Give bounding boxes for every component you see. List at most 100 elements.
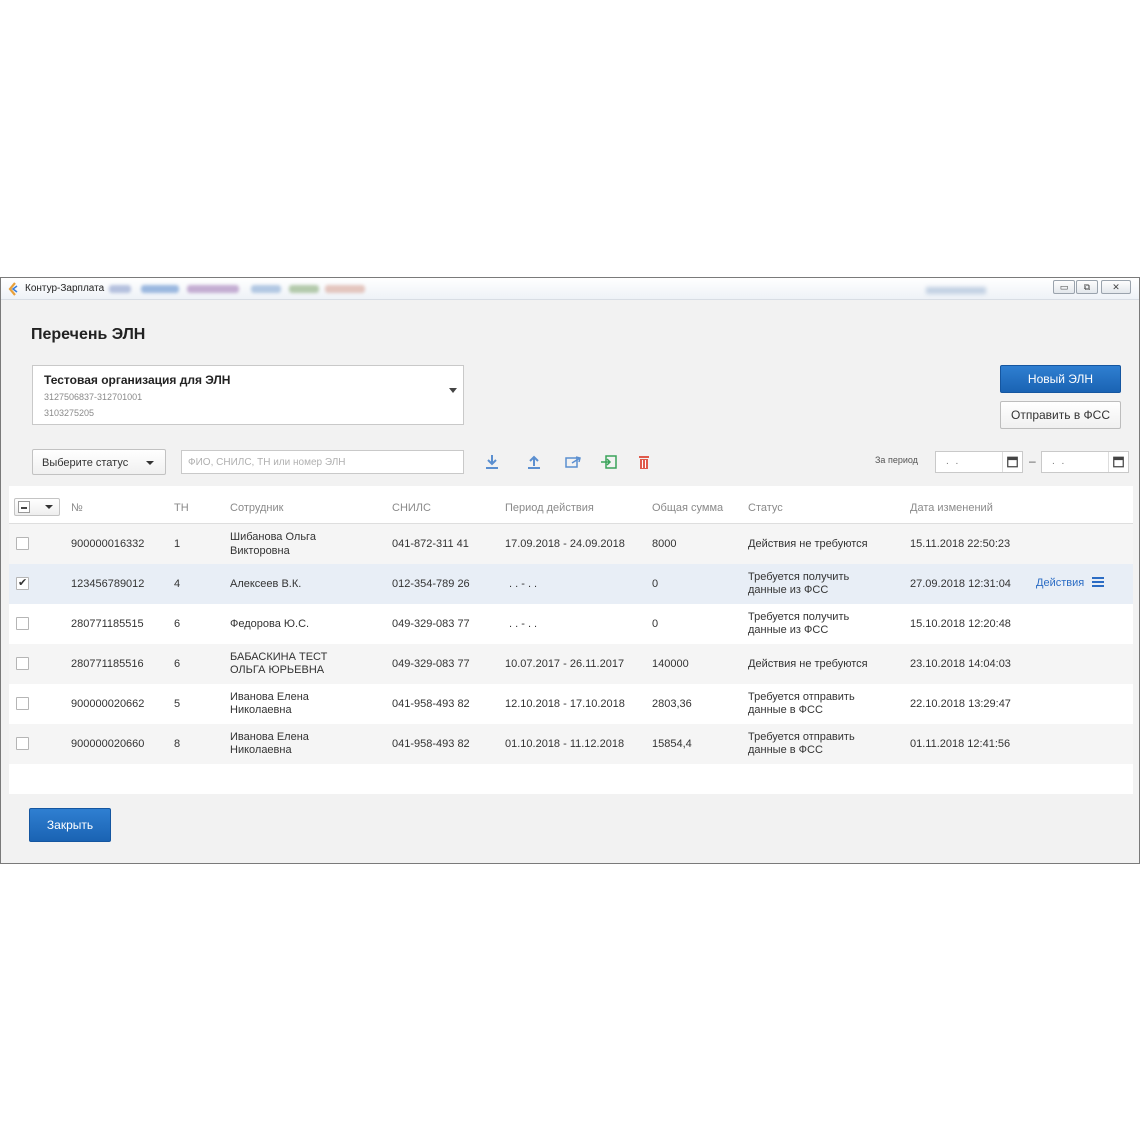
status-filter-label: Выберите статус [42, 457, 129, 469]
search-input[interactable] [181, 450, 464, 474]
cell-sum: 0 [652, 578, 659, 590]
chevron-down-icon [146, 461, 154, 465]
cell-number: 280771185516 [71, 658, 144, 670]
row-checkbox[interactable] [16, 697, 29, 710]
table-row[interactable]: 900000016332 1 Шибанова Ольга Викторовна… [9, 524, 1133, 564]
table-row[interactable]: 280771185516 6 БАБАСКИНА ТЕСТ ОЛЬГА ЮРЬЕ… [9, 644, 1133, 684]
export-icon[interactable] [564, 453, 582, 471]
cell-snils: 041-872-311 41 [392, 538, 469, 550]
download-icon[interactable] [483, 453, 501, 471]
restore-button[interactable]: ⧉ [1076, 280, 1098, 294]
upload-icon[interactable] [525, 453, 543, 471]
cell-sum: 15854,4 [652, 738, 692, 750]
cell-employee-line1: Федорова Ю.С. [230, 618, 310, 630]
cell-number: 900000020660 [71, 738, 145, 750]
cell-status-line2: данные из ФСС [748, 584, 829, 596]
cell-tn: 6 [174, 658, 181, 670]
date-from-field[interactable]: . . [935, 451, 1023, 473]
window-title: Контур-Зарплата [25, 283, 105, 294]
row-checkbox[interactable] [16, 737, 29, 750]
cell-snils: 049-329-083 77 [392, 618, 470, 630]
title-bar-extra [926, 287, 986, 294]
minimize-button[interactable]: ▭ [1053, 280, 1075, 294]
status-filter-select[interactable]: Выберите статус [32, 449, 166, 475]
cell-tn: 5 [174, 698, 181, 710]
column-header-sum[interactable]: Общая сумма [652, 502, 723, 514]
row-checkbox[interactable] [16, 657, 29, 670]
cell-period: . . - . . [509, 578, 538, 590]
cell-employee-line2: Николаевна [230, 704, 292, 716]
column-header-snils[interactable]: СНИЛС [392, 502, 431, 514]
cell-employee-line1: Иванова Елена [230, 691, 309, 703]
cell-changed: 01.11.2018 12:41:56 [910, 738, 1011, 750]
organization-name: Тестовая организация для ЭЛН [44, 373, 231, 387]
table-row[interactable]: 900000020662 5 Иванова Елена Николаевна … [9, 684, 1133, 724]
cell-snils: 041-958-493 82 [392, 698, 470, 710]
actions-link[interactable]: Действия [1036, 577, 1084, 589]
organization-inn-kpp: 3127506837-312701001 [44, 392, 143, 402]
cell-tn: 6 [174, 618, 181, 630]
cell-snils: 049-329-083 77 [392, 658, 470, 670]
cell-sum: 140000 [652, 658, 689, 670]
organization-reg-number: 3103275205 [44, 408, 95, 418]
app-logo-icon [8, 282, 18, 296]
cell-tn: 8 [174, 738, 181, 750]
row-checkbox[interactable] [16, 576, 29, 590]
cell-status-line1: Требуется получить [748, 571, 850, 583]
row-checkbox[interactable] [16, 537, 29, 550]
column-header-tn[interactable]: ТН [174, 502, 189, 514]
trash-icon[interactable] [635, 453, 653, 471]
cell-changed: 15.11.2018 22:50:23 [910, 538, 1011, 550]
column-header-number[interactable]: № [71, 502, 83, 514]
chevron-down-icon [449, 388, 457, 393]
column-header-status[interactable]: Статус [748, 502, 783, 514]
cell-status-line2: данные в ФСС [748, 704, 823, 716]
cell-number: 900000020662 [71, 698, 145, 710]
cell-period: 10.07.2017 - 26.11.2017 [505, 658, 625, 670]
date-to-field[interactable]: . . [1041, 451, 1129, 473]
cell-changed: 23.10.2018 14:04:03 [910, 658, 1011, 670]
cell-status-line1: Действия не требуются [748, 658, 868, 670]
calendar-icon[interactable] [1108, 452, 1128, 472]
cell-changed: 27.09.2018 12:31:04 [910, 578, 1011, 590]
cell-employee-line1: БАБАСКИНА ТЕСТ [230, 651, 328, 663]
cell-status-line1: Требуется отправить [748, 731, 855, 743]
row-checkbox[interactable] [16, 617, 29, 630]
column-header-employee[interactable]: Сотрудник [230, 502, 283, 514]
period-label: За период [875, 455, 918, 465]
page-title: Перечень ЭЛН [31, 326, 146, 343]
send-fss-button[interactable]: Отправить в ФСС [1000, 401, 1121, 429]
cell-sum: 8000 [652, 538, 677, 550]
cell-changed: 22.10.2018 13:29:47 [910, 698, 1011, 710]
cell-employee-line2: Николаевна [230, 744, 292, 756]
new-eln-button[interactable]: Новый ЭЛН [1000, 365, 1121, 393]
cell-period: 17.09.2018 - 24.09.2018 [505, 538, 625, 550]
cell-sum: 0 [652, 618, 659, 630]
cell-employee-line1: Иванова Елена [230, 731, 309, 743]
partial-check-icon [18, 501, 30, 513]
column-header-period[interactable]: Период действия [505, 502, 594, 514]
date-range-dash: – [1029, 454, 1036, 468]
cell-changed: 15.10.2018 12:20:48 [910, 618, 1011, 630]
close-window-button[interactable]: ✕ [1101, 280, 1131, 294]
cell-snils: 012-354-789 26 [392, 578, 470, 590]
eln-table: № ТН Сотрудник СНИЛС Период действия Общ… [9, 486, 1133, 794]
cell-number: 280771185515 [71, 618, 144, 630]
table-row[interactable]: 280771185515 6 Федорова Ю.С. 049-329-083… [9, 604, 1133, 644]
table-row[interactable]: 900000020660 8 Иванова Елена Николаевна … [9, 724, 1133, 764]
select-all-checkbox[interactable] [14, 498, 60, 516]
import-icon[interactable] [600, 453, 618, 471]
cell-status-line2: данные в ФСС [748, 744, 823, 756]
cell-status-line1: Действия не требуются [748, 538, 868, 550]
cell-tn: 1 [174, 538, 181, 550]
app-window: Контур-Зарплата ▭ ⧉ ✕ Перечень ЭЛН Тесто… [0, 277, 1140, 864]
organization-select[interactable]: Тестовая организация для ЭЛН 3127506837-… [32, 365, 464, 425]
table-row[interactable]: 123456789012 4 Алексеев В.К. 012-354-789… [9, 564, 1133, 604]
cell-tn: 4 [174, 578, 181, 590]
column-header-changed[interactable]: Дата изменений [910, 502, 993, 514]
menu-icon[interactable] [1092, 577, 1104, 588]
close-button[interactable]: Закрыть [29, 808, 111, 842]
calendar-icon[interactable] [1002, 452, 1022, 472]
chevron-down-icon [45, 505, 53, 509]
cell-status-line1: Требуется отправить [748, 691, 855, 703]
